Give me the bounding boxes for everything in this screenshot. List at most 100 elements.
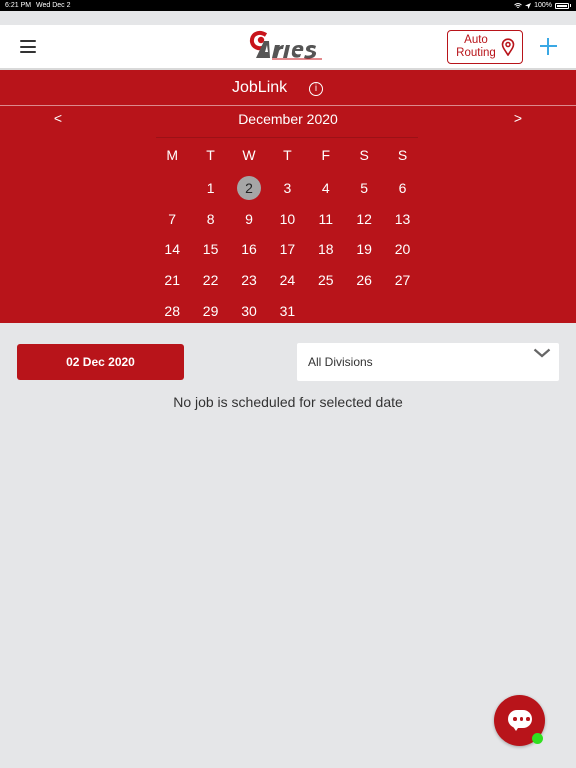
calendar-day[interactable]: 15 — [191, 234, 229, 265]
calendar-day[interactable]: 8 — [191, 204, 229, 235]
plus-icon[interactable] — [540, 38, 557, 55]
calendar-day[interactable]: 1 — [191, 173, 229, 204]
calendar-day[interactable]: 27 — [383, 265, 421, 296]
status-bar: 6:21 PM Wed Dec 2 100% — [0, 0, 576, 11]
calendar-day-number: 8 — [206, 210, 215, 227]
calendar-day[interactable]: 23 — [230, 265, 268, 296]
calendar-day[interactable]: 5 — [345, 173, 383, 204]
calendar-day[interactable]: 29 — [191, 296, 229, 327]
calendar-day[interactable]: 4 — [307, 173, 345, 204]
calendar-day[interactable]: 18 — [307, 234, 345, 265]
auto-routing-button[interactable]: Auto Routing — [447, 30, 523, 64]
chat-bubble-tail — [512, 725, 520, 731]
calendar-day[interactable]: 28 — [153, 296, 191, 327]
calendar-day-number: 7 — [168, 210, 177, 227]
calendar-day-number: 16 — [241, 241, 257, 258]
weekday-label: S — [397, 147, 408, 163]
calendar-day-number: 27 — [394, 272, 411, 289]
calendar-day[interactable]: 26 — [345, 265, 383, 296]
calendar-day-number: 25 — [317, 272, 334, 289]
calendar-day-number: 5 — [360, 180, 369, 196]
calendar-day[interactable]: 6 — [383, 173, 421, 204]
calendar-day-number: 1 — [206, 180, 215, 196]
calendar-day-number: 22 — [202, 272, 219, 289]
calendar-day-number: 19 — [356, 241, 372, 258]
aries-logo — [249, 31, 322, 60]
calendar-day-number: 24 — [279, 272, 296, 289]
division-dropdown-value: All Divisions — [308, 355, 373, 369]
battery-icon — [555, 2, 569, 9]
battery-nub — [570, 4, 571, 7]
calendar-day[interactable]: 22 — [191, 265, 229, 296]
selected-date-button[interactable]: 02 Dec 2020 — [17, 344, 184, 380]
chevron-down-icon — [533, 348, 551, 358]
online-status-indicator — [532, 733, 543, 744]
calendar-day-number: 23 — [241, 272, 257, 289]
calendar-day[interactable]: 14 — [153, 234, 191, 265]
calendar-day-number: 29 — [202, 302, 219, 319]
calendar-day[interactable]: 30 — [230, 296, 268, 327]
calendar-day[interactable]: 16 — [230, 234, 268, 265]
calendar-day-number: 26 — [356, 272, 372, 289]
next-month-button[interactable]: > — [510, 110, 526, 126]
calendar-day-number: 12 — [356, 210, 372, 227]
division-dropdown[interactable]: All Divisions — [297, 343, 559, 381]
calendar-empty-cell — [307, 296, 345, 327]
wifi-icon — [514, 2, 522, 8]
page-title: JobLink — [232, 79, 288, 96]
hamburger-menu-icon[interactable] — [20, 40, 36, 53]
page-title-row: JobLink i — [0, 70, 576, 106]
calendar-day-number: 30 — [241, 302, 257, 319]
calendar-day-number: 17 — [279, 241, 296, 258]
calendar-day-number: 31 — [279, 302, 296, 319]
calendar-empty-cell — [153, 173, 191, 204]
calendar-day[interactable]: 13 — [383, 204, 421, 235]
calendar-day[interactable]: 7 — [153, 204, 191, 235]
weekday-label: W — [242, 147, 256, 163]
calendar-day-number: 28 — [164, 302, 180, 319]
status-time: 6:21 PM — [5, 2, 32, 9]
auto-routing-label-line-2: Routing — [456, 47, 496, 59]
calendar-empty-cell — [345, 296, 383, 327]
calendar-day[interactable]: 21 — [153, 265, 191, 296]
calendar-day-number: 13 — [394, 210, 411, 227]
calendar-day[interactable]: 31 — [268, 296, 306, 327]
calendar-day[interactable]: 9 — [230, 204, 268, 235]
calendar-day-number: 15 — [202, 241, 219, 258]
weekday-label: T — [206, 147, 215, 163]
calendar-day[interactable]: 24 — [268, 265, 306, 296]
month-divider — [156, 137, 418, 138]
location-arrow-icon — [525, 2, 532, 9]
calendar-day-number: 2 — [236, 176, 261, 200]
calendar-day-selected[interactable]: 2 — [230, 173, 268, 204]
calendar-panel: JobLink i < December 2020 > M T W T F S … — [0, 68, 576, 323]
calendar-day-number: 20 — [394, 241, 411, 258]
calendar-day-number: 11 — [318, 210, 334, 227]
month-navigation: < December 2020 > — [0, 108, 576, 132]
weekday-label: S — [359, 147, 369, 163]
top-navbar: Auto Routing — [0, 25, 576, 68]
calendar-day[interactable]: 12 — [345, 204, 383, 235]
calendar-day[interactable]: 20 — [383, 234, 421, 265]
calendar-day[interactable]: 19 — [345, 234, 383, 265]
weekday-label: T — [283, 147, 292, 163]
weekday-label: M — [166, 147, 179, 163]
calendar-day[interactable]: 11 — [307, 204, 345, 235]
calendar-day[interactable]: 10 — [268, 204, 306, 235]
info-icon[interactable]: i — [309, 82, 323, 96]
calendar-day-number: 14 — [164, 241, 180, 258]
location-pin-icon — [501, 38, 515, 56]
calendar-day-number: 3 — [283, 180, 292, 196]
calendar-day[interactable]: 3 — [268, 173, 306, 204]
calendar-day-number: 10 — [279, 210, 296, 227]
calendar-day-number: 18 — [317, 241, 334, 258]
auto-routing-label-line-1: Auto — [464, 34, 488, 46]
calendar-day[interactable]: 25 — [307, 265, 345, 296]
battery-percentage: 100% — [534, 2, 552, 9]
calendar-day[interactable]: 17 — [268, 234, 306, 265]
calendar-empty-cell — [383, 296, 421, 327]
calendar-day-number: 21 — [164, 272, 180, 289]
previous-month-button[interactable]: < — [50, 110, 66, 126]
calendar-day-number: 4 — [321, 180, 330, 196]
empty-state-message: No job is scheduled for selected date — [173, 394, 403, 410]
